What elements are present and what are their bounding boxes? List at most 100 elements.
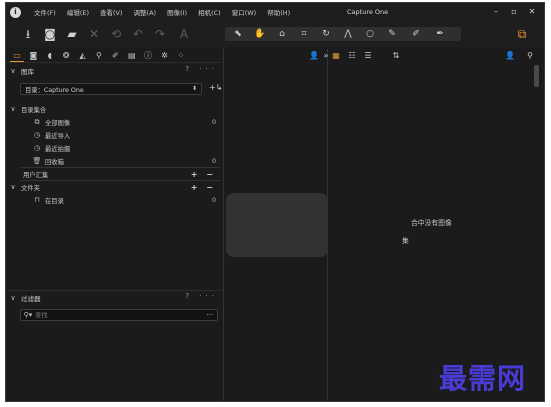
minimize-button[interactable]: –: [489, 6, 503, 18]
title-bar: i 文件(F) 编辑(E) 查看(V) 调整(A) 图像(I) 相机(C) 窗口…: [6, 3, 544, 21]
collection-item-recent-imports[interactable]: ◷ 最近导入: [6, 129, 222, 141]
capture-tab-icon[interactable]: ◙: [26, 49, 40, 62]
folder-item-count: 0: [211, 196, 216, 204]
collection-item-label: 最近导入: [45, 132, 71, 140]
chevron-down-icon[interactable]: ∨: [8, 183, 18, 191]
brush-tool-icon[interactable]: ✎: [384, 27, 400, 41]
more-options-icon[interactable]: ···: [206, 311, 213, 319]
chevron-down-icon[interactable]: ∨: [8, 294, 18, 302]
menu-bar: 文件(F) 编辑(E) 查看(V) 调整(A) 图像(I) 相机(C) 窗口(W…: [34, 7, 301, 17]
filter-search-input[interactable]: [35, 311, 195, 319]
folders-label: 文件夹: [21, 184, 40, 192]
folder-item-in-catalog[interactable]: ⊓ 在目录 0: [6, 194, 222, 206]
select-arrows-icon: ⬍: [191, 85, 197, 92]
output-tab-icon[interactable]: ▤: [125, 49, 139, 62]
add-remove-collection-buttons[interactable]: + −: [191, 170, 216, 179]
collection-item-label: 全部图像: [45, 119, 71, 127]
details-tab-icon[interactable]: ⚲: [92, 49, 106, 62]
workspace-icon[interactable]: ⧉: [514, 26, 530, 42]
search-icon[interactable]: ⚲: [524, 50, 536, 62]
redo-icon[interactable]: ↷: [152, 26, 168, 42]
copy-adjust-icon[interactable]: ✒: [432, 27, 448, 41]
search-icon[interactable]: ⚲▾: [21, 311, 35, 319]
filters-title: 过滤器: [21, 294, 41, 303]
help-more-icon[interactable]: ? ···: [185, 65, 218, 73]
local-adjust-tab-icon[interactable]: ✐: [108, 49, 122, 62]
select-tool-icon[interactable]: ⬉: [230, 27, 246, 41]
browser-header: ▦ ☷ ☰ ⇅ 👤 ⚲: [328, 49, 544, 63]
lens-tab-icon[interactable]: ◖: [43, 49, 57, 62]
browser-scrollbar[interactable]: [534, 65, 539, 87]
spot-removal-icon[interactable]: ○: [362, 27, 378, 41]
undo-icon[interactable]: ↶: [130, 26, 146, 42]
watermark-text: 最需网: [439, 362, 527, 395]
window-title: Capture One: [347, 8, 389, 16]
tool-tabs: ▭ ◙ ◖ ❂ ◭ ⚲ ✐ ▤ ⓘ ✲ ⁘: [6, 49, 222, 63]
styles-tab-icon[interactable]: ⁘: [174, 49, 188, 62]
color-tab-icon[interactable]: ❂: [59, 49, 73, 62]
list-view-icon[interactable]: ☷: [346, 50, 358, 62]
adjustments-tab-icon[interactable]: ✲: [158, 49, 172, 62]
folder-item-label: 在目录: [45, 197, 64, 205]
menu-help[interactable]: 帮助(H): [267, 7, 290, 17]
trash-icon: 🗑: [32, 157, 42, 165]
chevron-down-icon[interactable]: ∨: [8, 67, 18, 75]
collection-item-all-images[interactable]: ⧉ 全部图像 0: [6, 116, 222, 128]
menu-image[interactable]: 图像(I): [167, 7, 187, 17]
catalog-collections-label: 目录集合: [21, 106, 47, 114]
filter-search-bar[interactable]: ⚲▾ ···: [20, 309, 218, 321]
delete-icon[interactable]: ✕: [86, 26, 102, 42]
book-icon: ⊓: [34, 196, 40, 204]
user-icon[interactable]: 👤: [308, 50, 320, 62]
catalog-select[interactable]: 目录：Capture One ⬍: [20, 83, 202, 95]
reset-icon[interactable]: ⟲: [108, 26, 124, 42]
crop-tool-icon[interactable]: ⌗: [296, 27, 312, 41]
divider: [6, 290, 222, 291]
folders-header[interactable]: ∨ 文件夹 + −: [6, 181, 222, 193]
catalog-collections-header[interactable]: ∨ 目录集合: [6, 103, 222, 115]
browser-empty-sub: 集: [402, 237, 409, 245]
menu-adjust[interactable]: 调整(A): [134, 7, 157, 17]
library-section-header[interactable]: ∨ 图库 ? ···: [6, 65, 222, 76]
user-icon[interactable]: 👤: [504, 50, 516, 62]
grid-view-icon[interactable]: ▦: [330, 50, 342, 62]
user-collections-label: 用户汇集: [23, 171, 49, 179]
metadata-tab-icon[interactable]: ⓘ: [141, 49, 155, 62]
chevron-down-icon[interactable]: ∨: [8, 105, 18, 113]
pan-tool-icon[interactable]: ✋: [252, 27, 268, 41]
loupe-tool-icon[interactable]: ⌂: [274, 27, 290, 41]
import-icon[interactable]: ⭳: [20, 26, 36, 42]
menu-view[interactable]: 查看(V): [100, 7, 123, 17]
collection-item-trash[interactable]: 🗑 回收箱 0: [6, 155, 222, 167]
keystone-tool-icon[interactable]: ⋀: [340, 27, 356, 41]
exposure-tab-icon[interactable]: ◭: [76, 49, 90, 62]
session-icon[interactable]: ▰: [64, 26, 80, 42]
collection-item-count: 0: [211, 118, 216, 126]
catalog-add-icon[interactable]: +↳: [209, 83, 222, 92]
rotate-tool-icon[interactable]: ↻: [318, 27, 334, 41]
collection-item-count: 0: [211, 157, 216, 165]
camera-icon[interactable]: ◙: [42, 26, 58, 42]
left-panel-splitter[interactable]: [223, 49, 224, 401]
help-more-icon[interactable]: ? ···: [185, 292, 218, 300]
auto-adjust-icon[interactable]: A: [176, 26, 192, 42]
add-remove-folder-buttons[interactable]: + −: [191, 183, 216, 192]
picker-tool-icon[interactable]: ✐: [408, 27, 424, 41]
menu-window[interactable]: 窗口(W): [232, 7, 257, 17]
menu-camera[interactable]: 相机(C): [198, 7, 221, 17]
filters-section-header[interactable]: ∨ 过滤器 ? ···: [6, 292, 222, 303]
library-tab-icon[interactable]: ▭: [10, 49, 24, 62]
filmstrip-view-icon[interactable]: ☰: [362, 50, 374, 62]
catalog-select-value: 目录：Capture One: [25, 86, 84, 94]
menu-file[interactable]: 文件(F): [34, 7, 56, 17]
app-logo-icon: i: [10, 6, 21, 18]
sort-icon[interactable]: ⇅: [390, 50, 402, 62]
close-button[interactable]: ✕: [525, 6, 539, 18]
collection-item-label: 最近拍摄: [45, 145, 71, 153]
collection-item-recent-captures[interactable]: ◷ 最近拍摄: [6, 142, 222, 154]
main-toolbar: ⭳ ◙ ▰ ✕ ⟲ ↶ ↷ A ⬉ ✋ ⌂ ⌗ ↻ ⋀ ○ ✎ ✐ ✒ ⧉: [6, 21, 544, 47]
menu-edit[interactable]: 编辑(E): [67, 7, 89, 17]
maximize-button[interactable]: ▫: [507, 6, 521, 18]
user-collections-header[interactable]: 用户汇集 + −: [6, 168, 222, 180]
viewer-header: 👤 »: [226, 49, 328, 63]
